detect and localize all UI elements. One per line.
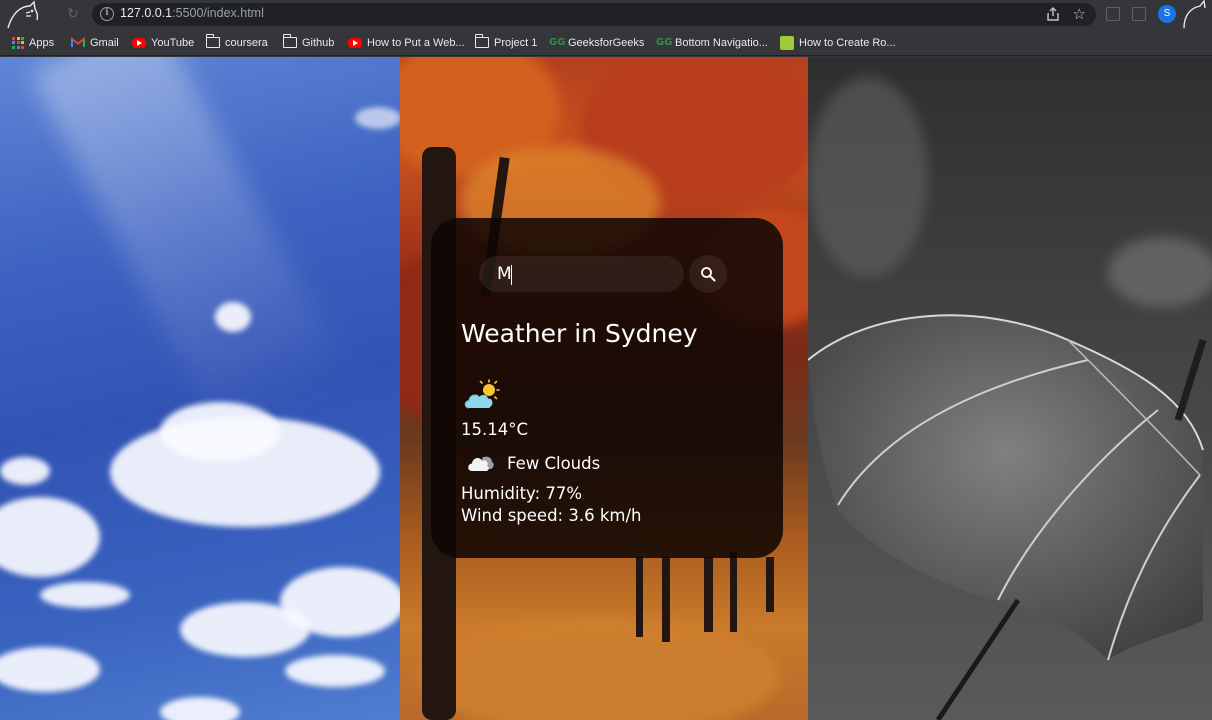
- sky-cloud: [285, 655, 385, 687]
- weather-description-row: Few Clouds: [465, 450, 600, 476]
- apps-grid-icon: [12, 36, 24, 49]
- tree-trunk: [704, 557, 713, 632]
- bookmark-label: Project 1: [494, 36, 538, 49]
- gmail-icon: [71, 37, 85, 47]
- bookmark-how-to-put-a-web[interactable]: How to Put a Web...: [348, 34, 465, 51]
- geeksforgeeks-icon: GG: [656, 37, 673, 48]
- reload-icon[interactable]: ↻: [64, 5, 82, 23]
- tree-trunk: [730, 552, 737, 632]
- bookmark-github[interactable]: Github: [282, 34, 335, 51]
- sky-cloud: [40, 582, 130, 608]
- site-info-icon[interactable]: i: [100, 7, 114, 21]
- sky-cloud: [0, 497, 100, 577]
- rain-background-image: [808, 57, 1212, 720]
- text-cursor: [511, 265, 512, 285]
- blurred-background: [808, 77, 928, 277]
- bookmark-label: YouTube: [151, 36, 195, 49]
- bookmark-youtube[interactable]: YouTube: [132, 34, 194, 51]
- sky-cloud: [355, 107, 400, 129]
- folder-icon: [474, 34, 489, 48]
- youtube-icon: [132, 37, 146, 48]
- cloud-icon: [468, 456, 494, 471]
- browser-toolbar: ↻ i 127.0.0.1:5500/index.html ☆ S: [0, 0, 1212, 29]
- search-input[interactable]: [479, 256, 684, 292]
- address-bar[interactable]: i 127.0.0.1:5500/index.html ☆: [92, 3, 1096, 26]
- tree-trunk: [636, 557, 643, 637]
- share-icon[interactable]: [1046, 7, 1060, 21]
- bookmark-apps[interactable]: Apps: [12, 34, 54, 51]
- bookmark-bottom-navigation[interactable]: GG Bottom Navigatio...: [656, 34, 768, 51]
- wind-speed-text: Wind speed: 3.6 km/h: [461, 506, 642, 525]
- bookmark-label: Bottom Navigatio...: [675, 36, 768, 49]
- bookmark-label: How to Put a Web...: [367, 36, 465, 49]
- bookmark-label: Gmail: [90, 36, 119, 49]
- humidity-text: Humidity: 77%: [461, 484, 583, 503]
- sky-cloud: [280, 567, 400, 637]
- youtube-icon: [348, 37, 362, 48]
- geeksforgeeks-icon: GG: [549, 37, 566, 48]
- sky-cloud: [0, 457, 50, 485]
- bookmark-label: How to Create Ro...: [799, 36, 896, 49]
- theme-cat-icon: [7, 0, 39, 29]
- theme-cat-icon: [1183, 0, 1206, 29]
- url-host: 127.0.0.1: [120, 6, 173, 20]
- folder-icon: [205, 34, 220, 48]
- browser-chrome: ↻ i 127.0.0.1:5500/index.html ☆ S Apps G…: [0, 0, 1212, 57]
- bookmark-how-to-create[interactable]: How to Create Ro...: [780, 34, 896, 51]
- bookmark-gmail[interactable]: Gmail: [71, 34, 119, 51]
- tree-trunk: [766, 557, 774, 612]
- blurred-background: [1108, 237, 1212, 307]
- bookmark-coursera[interactable]: coursera: [205, 34, 268, 51]
- profile-avatar[interactable]: S: [1158, 5, 1176, 23]
- sky-cloud: [0, 647, 100, 692]
- temperature: 15.14°C: [461, 420, 529, 439]
- bookmark-geeksforgeeks[interactable]: GG GeeksforGeeks: [549, 34, 644, 51]
- bookmark-label: coursera: [225, 36, 268, 49]
- weather-card: Weather in Sydney 15.14°C Few Clouds Hum…: [431, 218, 783, 558]
- side-panel-icon[interactable]: [1132, 7, 1146, 21]
- search-icon: [701, 267, 716, 282]
- sky-cloud: [160, 697, 240, 720]
- bookmark-label: Github: [302, 36, 335, 49]
- weather-description: Few Clouds: [507, 453, 601, 473]
- bookmark-project-1[interactable]: Project 1: [474, 34, 538, 51]
- reading-list-icon[interactable]: [1106, 7, 1120, 21]
- sky-cloud: [160, 402, 280, 462]
- bookmark-label: GeeksforGeeks: [568, 36, 645, 49]
- site-icon: [780, 35, 794, 50]
- umbrella-illustration: [808, 314, 1207, 720]
- city-title: Weather in Sydney: [461, 319, 698, 348]
- foliage: [420, 617, 780, 720]
- tree-trunk: [662, 557, 670, 642]
- sky-light-ray: [29, 57, 351, 446]
- sky-background-image: [0, 57, 400, 720]
- sky-cloud: [215, 302, 251, 332]
- folder-icon: [282, 34, 297, 48]
- url-text: 127.0.0.1:5500/index.html: [120, 6, 264, 20]
- partly-sunny-cloud-icon: [464, 379, 500, 409]
- bookmarks-bar: Apps Gmail YouTube coursera Github How t…: [0, 29, 1212, 56]
- search-button[interactable]: [689, 255, 727, 293]
- bookmark-star-icon[interactable]: ☆: [1073, 5, 1086, 23]
- url-path: :5500/index.html: [172, 6, 264, 20]
- bookmark-label: Apps: [29, 36, 55, 49]
